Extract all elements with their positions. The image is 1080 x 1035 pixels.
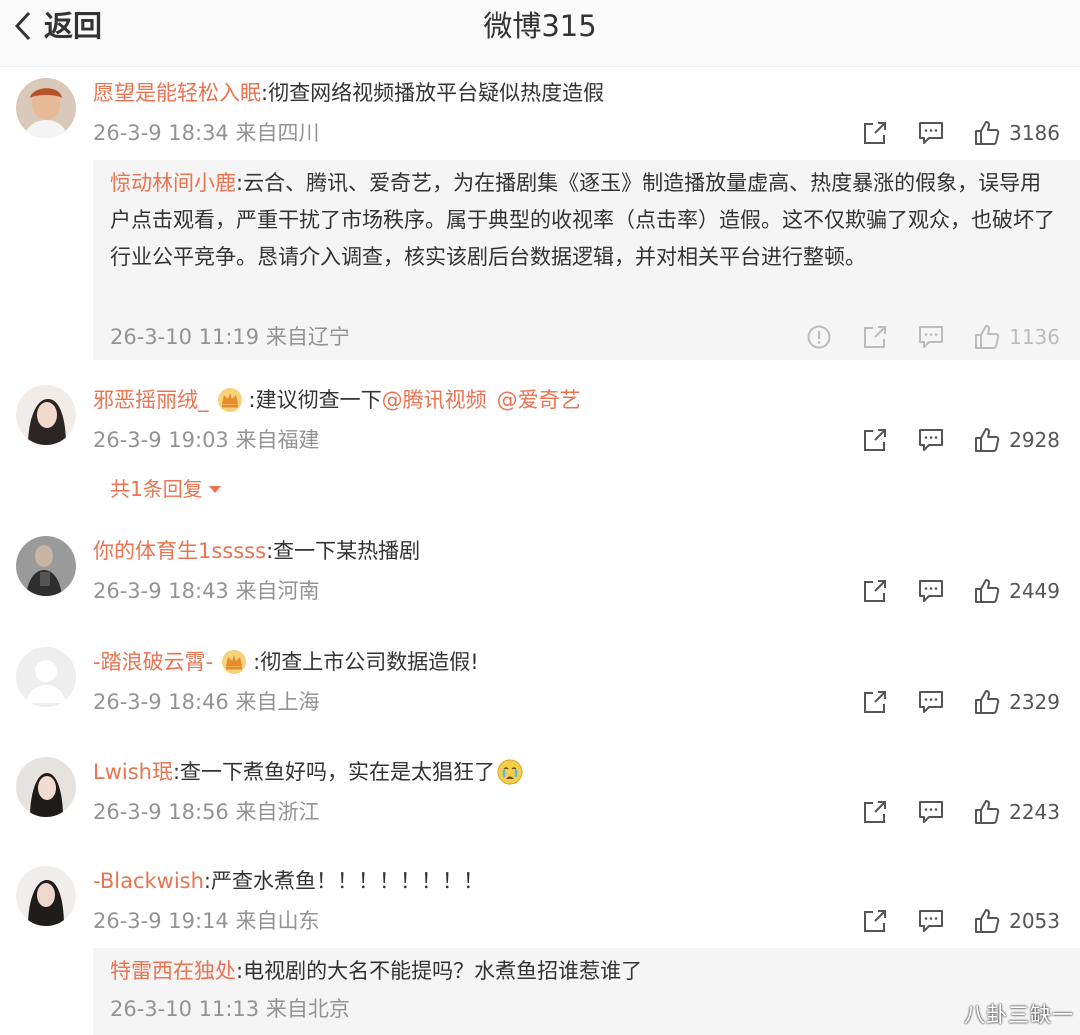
comment-button[interactable] <box>917 426 945 454</box>
thumbs-up-icon <box>973 323 1001 351</box>
comment-meta: 26-3-9 18:56 来自浙江 <box>93 800 320 824</box>
reply-box: 惊动林间小鹿:云合、腾讯、爱奇艺，为在播剧集《逐玉》制造播放量虚高、热度暴涨的假… <box>93 160 1080 360</box>
comment-icon <box>917 426 945 454</box>
share-button[interactable] <box>861 798 889 826</box>
reply-count-label: 共1条回复 <box>110 477 203 501</box>
thumbs-up-icon <box>973 688 1001 716</box>
comment-username[interactable]: 邪恶摇丽绒_ <box>93 385 209 415</box>
avatar[interactable] <box>16 647 76 707</box>
caret-down-icon <box>208 486 221 493</box>
mention-link[interactable]: @腾讯视频 <box>382 385 487 415</box>
crying-face-emoji <box>497 759 523 785</box>
share-icon <box>861 798 889 826</box>
comment-text: :彻查上市公司数据造假! <box>253 650 479 674</box>
comment-text: :查一下煮鱼好吗，实在是太猖狂了 <box>172 760 496 784</box>
thumbs-up-icon <box>973 119 1001 147</box>
like-count: 2928 <box>1009 428 1060 452</box>
comment-button[interactable] <box>917 577 945 605</box>
like-button[interactable]: 1136 <box>973 322 1060 352</box>
share-icon <box>861 577 889 605</box>
like-button[interactable]: 2928 <box>973 425 1060 455</box>
avatar[interactable] <box>16 757 76 817</box>
comment-meta: 26-3-9 18:43 来自河南 <box>93 579 320 603</box>
comment-meta: 26-3-9 18:46 来自上海 <box>93 690 320 714</box>
comment-text: :查一下某热播剧 <box>266 539 421 563</box>
avatar[interactable] <box>16 385 76 445</box>
comment-button[interactable] <box>917 798 945 826</box>
comment-button[interactable] <box>917 907 945 935</box>
share-icon <box>861 688 889 716</box>
share-icon <box>861 907 889 935</box>
like-button[interactable]: 2053 <box>973 906 1060 936</box>
like-count: 2243 <box>1009 800 1060 824</box>
crown-badge-icon <box>217 387 243 413</box>
comment-meta: 26-3-9 19:14 来自山东 <box>93 909 320 933</box>
comment-icon <box>917 798 945 826</box>
like-button[interactable]: 2329 <box>973 687 1060 717</box>
watermark: 八卦三缺一 <box>964 1003 1074 1027</box>
comment-icon <box>917 688 945 716</box>
share-icon <box>861 323 889 351</box>
reply-username[interactable]: 惊动林间小鹿 <box>110 171 236 195</box>
comment-button[interactable] <box>917 688 945 716</box>
crown-badge-icon <box>221 649 247 675</box>
comment-icon <box>917 577 945 605</box>
share-button[interactable] <box>861 323 889 351</box>
report-icon <box>805 323 833 351</box>
share-button[interactable] <box>861 119 889 147</box>
thumbs-up-icon <box>973 798 1001 826</box>
comment-icon <box>917 119 945 147</box>
comment-meta: 26-3-9 18:34 来自四川 <box>93 121 320 145</box>
comment-meta: 26-3-9 19:03 来自福建 <box>93 428 320 452</box>
share-icon <box>861 426 889 454</box>
share-button[interactable] <box>861 907 889 935</box>
comment-username[interactable]: 愿望是能轻松入眠 <box>93 78 261 108</box>
like-count: 2329 <box>1009 690 1060 714</box>
comment-text: :建议彻查一下 <box>248 388 382 412</box>
reply-meta: 26-3-10 11:19 来自辽宁 <box>110 325 350 349</box>
reply-meta: 26-3-10 11:13 来自北京 <box>110 997 350 1021</box>
like-count: 3186 <box>1009 121 1060 145</box>
thumbs-up-icon <box>973 577 1001 605</box>
comment-text: :彻查网络视频播放平台疑似热度造假 <box>261 81 605 105</box>
reply-box: 特雷西在独处:电视剧的大名不能提吗？水煮鱼招谁惹谁了 26-3-10 11:13… <box>93 948 1080 1035</box>
comment-username[interactable]: Lwish珉 <box>93 757 173 787</box>
comment-button[interactable] <box>917 323 945 351</box>
share-button[interactable] <box>861 577 889 605</box>
comment-username[interactable]: 你的体育生1sssss <box>93 536 266 566</box>
reply-text: :云合、腾讯、爱奇艺，为在播剧集《逐玉》制造播放量虚高、热度暴涨的假象，误导用户… <box>110 171 1055 269</box>
thumbs-up-icon <box>973 907 1001 935</box>
expand-replies-button[interactable]: 共1条回复 <box>110 474 223 504</box>
like-button[interactable]: 2449 <box>973 576 1060 606</box>
like-count: 1136 <box>1009 325 1060 349</box>
comment-username[interactable]: -踏浪破云霄- <box>93 647 213 677</box>
like-count: 2449 <box>1009 579 1060 603</box>
share-button[interactable] <box>861 688 889 716</box>
share-icon <box>861 119 889 147</box>
like-count: 2053 <box>1009 909 1060 933</box>
comment-icon <box>917 907 945 935</box>
reply-username[interactable]: 特雷西在独处 <box>110 959 236 983</box>
mention-link[interactable]: @爱奇艺 <box>497 385 581 415</box>
avatar[interactable] <box>16 536 76 596</box>
like-button[interactable]: 2243 <box>973 797 1060 827</box>
top-bar: 返回 微博315 <box>0 0 1080 67</box>
like-button[interactable]: 3186 <box>973 118 1060 148</box>
comment-username[interactable]: -Blackwish <box>93 866 204 896</box>
avatar[interactable] <box>16 78 76 138</box>
comment-button[interactable] <box>917 119 945 147</box>
report-button[interactable] <box>805 323 833 351</box>
thumbs-up-icon <box>973 426 1001 454</box>
reply-text: :电视剧的大名不能提吗？水煮鱼招谁惹谁了 <box>236 959 643 983</box>
share-button[interactable] <box>861 426 889 454</box>
avatar[interactable] <box>16 866 76 926</box>
comment-icon <box>917 323 945 351</box>
comment-text: :严查水煮鱼！！！！！！！！ <box>203 869 484 893</box>
page-title: 微博315 <box>483 9 597 43</box>
